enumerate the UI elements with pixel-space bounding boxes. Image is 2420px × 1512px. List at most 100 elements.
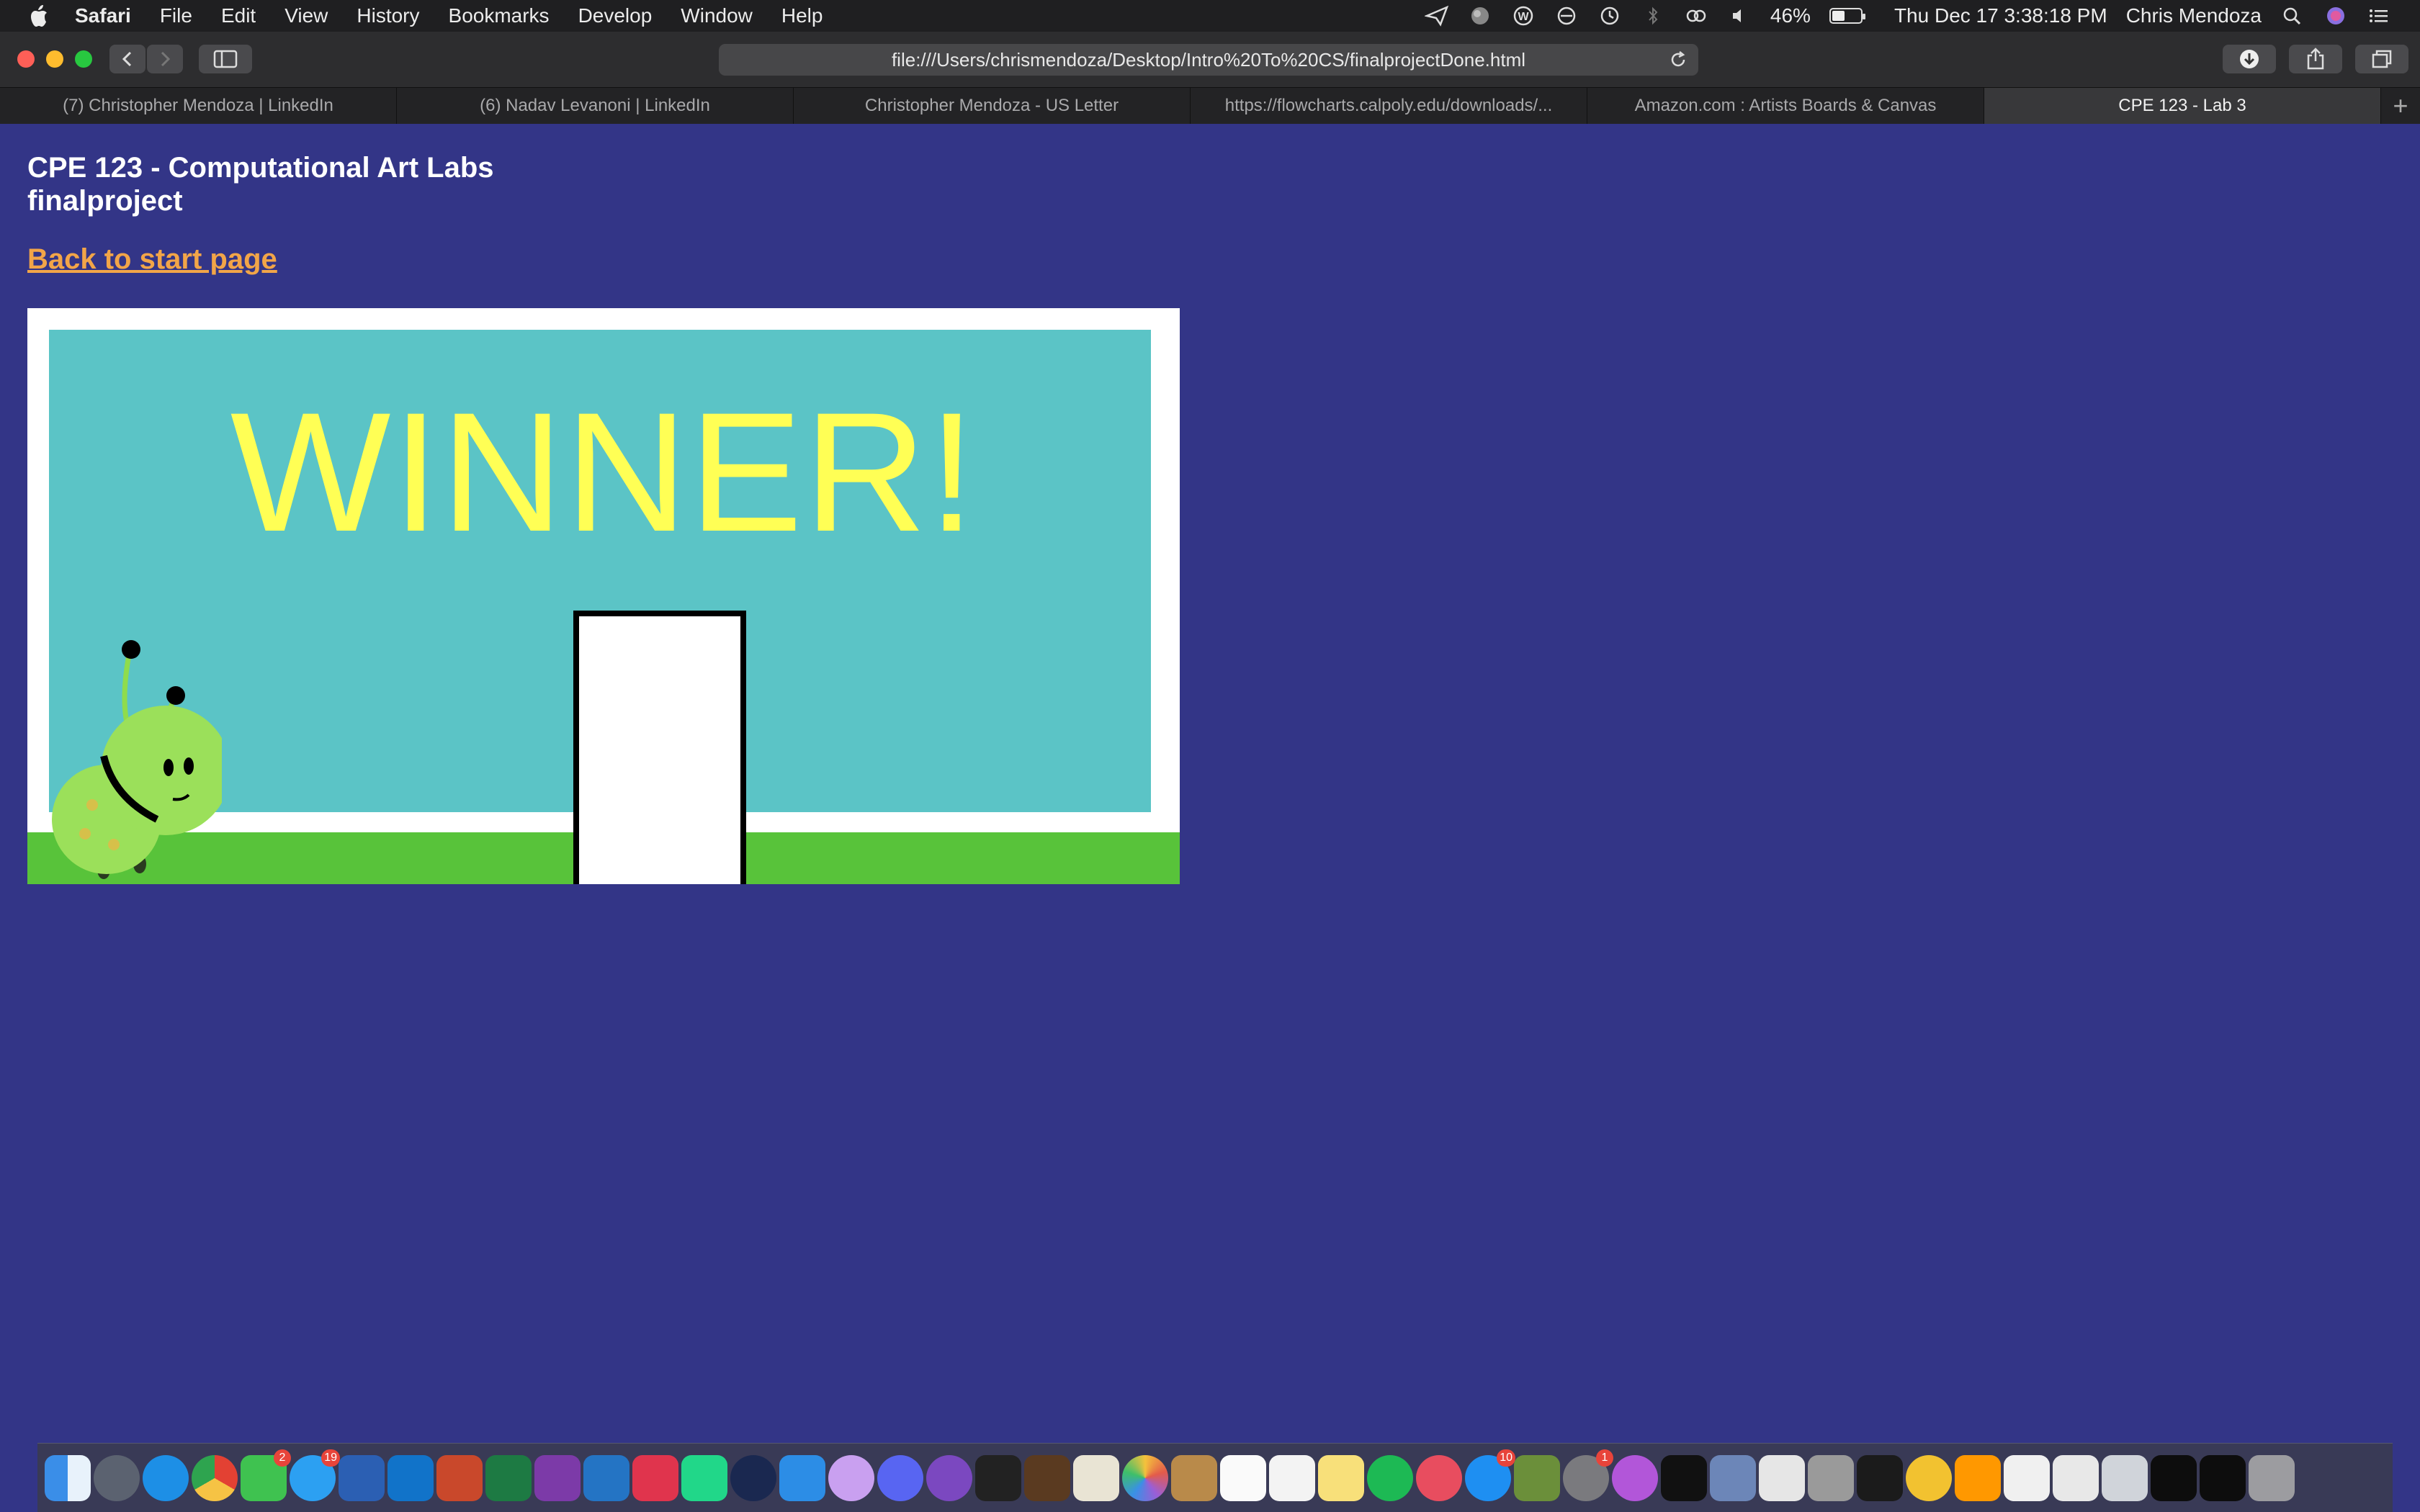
- window-fullscreen-button[interactable]: [75, 50, 92, 68]
- excel-icon[interactable]: [485, 1454, 532, 1501]
- maps-icon[interactable]: [1073, 1454, 1119, 1501]
- dock: 2 19 10 1: [37, 1443, 2393, 1512]
- outlook-icon[interactable]: [387, 1454, 434, 1501]
- downloads-button[interactable]: [2223, 45, 2276, 73]
- download-icon: [2240, 50, 2259, 68]
- screenshot-stack-icon[interactable]: [2102, 1454, 2148, 1501]
- intellij-icon[interactable]: [632, 1454, 678, 1501]
- creative-cloud-icon[interactable]: [1684, 5, 1708, 27]
- art-canvas[interactable]: WINNER!: [27, 308, 1180, 884]
- sidebar-toggle-button[interactable]: [199, 45, 252, 73]
- photos-icon[interactable]: [1122, 1454, 1168, 1501]
- menu-user[interactable]: Chris Mendoza: [2126, 4, 2262, 27]
- unity-hub-icon[interactable]: [2004, 1454, 2050, 1501]
- terminal-icon[interactable]: [1661, 1454, 1707, 1501]
- powerpoint-icon[interactable]: [436, 1454, 483, 1501]
- downloads-stack-icon[interactable]: [2053, 1454, 2099, 1501]
- discord-icon[interactable]: [877, 1454, 923, 1501]
- tab-us-letter[interactable]: Christopher Mendoza - US Letter: [794, 88, 1191, 124]
- door[interactable]: [573, 611, 746, 884]
- plus-icon: +: [2393, 91, 2408, 120]
- forward-button[interactable]: [147, 45, 183, 73]
- keychain-icon[interactable]: [1808, 1454, 1854, 1501]
- menu-app-name[interactable]: Safari: [75, 4, 131, 27]
- page-title-line1: CPE 123 - Computational Art Labs: [27, 152, 494, 184]
- do-not-disturb-icon[interactable]: [1554, 5, 1579, 27]
- menu-window[interactable]: Window: [681, 4, 753, 27]
- share-icon: [2307, 48, 2324, 70]
- bluetooth-icon[interactable]: [1641, 5, 1665, 27]
- app-store-icon[interactable]: 10: [1465, 1449, 1515, 1501]
- document-icon[interactable]: [1759, 1454, 1805, 1501]
- volume-icon[interactable]: [1727, 5, 1752, 27]
- spotify-icon[interactable]: [1367, 1454, 1413, 1501]
- menu-bookmarks[interactable]: Bookmarks: [449, 4, 550, 27]
- menu-edit[interactable]: Edit: [221, 4, 256, 27]
- new-tab-button[interactable]: +: [2381, 88, 2420, 124]
- tab-cpe123-lab3[interactable]: CPE 123 - Lab 3: [1984, 88, 2381, 124]
- tab-flowcharts[interactable]: https://flowcharts.calpoly.edu/downloads…: [1191, 88, 1587, 124]
- vscode-icon[interactable]: [583, 1454, 629, 1501]
- time-machine-icon[interactable]: [1597, 5, 1622, 27]
- launchpad-icon[interactable]: [94, 1454, 140, 1501]
- unity-icon[interactable]: [975, 1454, 1021, 1501]
- notes-icon[interactable]: [1318, 1454, 1364, 1501]
- news-icon[interactable]: [1416, 1454, 1462, 1501]
- feedback-assistant-icon[interactable]: [1612, 1454, 1658, 1501]
- menu-help[interactable]: Help: [781, 4, 823, 27]
- menu-file[interactable]: File: [160, 4, 192, 27]
- window-thumbnail-icon-2[interactable]: [2200, 1454, 2246, 1501]
- back-to-start-link[interactable]: Back to start page: [27, 243, 277, 276]
- graphics-app-icon[interactable]: [828, 1454, 874, 1501]
- winner-text: WINNER!: [230, 377, 977, 567]
- caterpillar-character: [52, 640, 222, 879]
- globe-icon[interactable]: [1468, 5, 1492, 27]
- facetime-icon[interactable]: 2: [241, 1449, 291, 1501]
- word-icon[interactable]: [339, 1454, 385, 1501]
- preview-icon[interactable]: [1710, 1454, 1756, 1501]
- github-desktop-icon[interactable]: [926, 1454, 972, 1501]
- minecraft-icon[interactable]: [1514, 1454, 1560, 1501]
- system-preferences-icon[interactable]: 1: [1563, 1449, 1613, 1501]
- tab-overview-button[interactable]: [2355, 45, 2408, 73]
- tab-linkedin-christopher[interactable]: (7) Christopher Mendoza | LinkedIn: [0, 88, 397, 124]
- cyberduck-icon[interactable]: [1906, 1454, 1952, 1501]
- share-button[interactable]: [2289, 45, 2342, 73]
- window-thumbnail-icon[interactable]: [2151, 1454, 2197, 1501]
- reminders-icon[interactable]: [1269, 1454, 1315, 1501]
- pycharm-icon[interactable]: [681, 1454, 727, 1501]
- battery-icon[interactable]: [1829, 8, 1865, 24]
- tab-linkedin-nadav[interactable]: (6) Nadav Levanoni | LinkedIn: [397, 88, 794, 124]
- window-minimize-button[interactable]: [46, 50, 63, 68]
- notebook-icon[interactable]: [1171, 1454, 1217, 1501]
- chrome-icon[interactable]: [192, 1454, 238, 1501]
- apple-icon[interactable]: [29, 4, 50, 28]
- send-icon[interactable]: [1424, 5, 1449, 27]
- sublime-text-icon[interactable]: [1955, 1454, 2001, 1501]
- address-bar[interactable]: file:///Users/chrismendoza/Desktop/Intro…: [719, 44, 1698, 76]
- messages-icon[interactable]: 19: [290, 1449, 340, 1501]
- notification-center-icon[interactable]: [2367, 5, 2391, 27]
- finder-icon[interactable]: [45, 1454, 91, 1501]
- chevron-left-icon: [122, 51, 132, 67]
- wordpress-icon[interactable]: W: [1511, 5, 1536, 27]
- messages-badge: 19: [321, 1449, 340, 1467]
- menu-datetime[interactable]: Thu Dec 17 3:38:18 PM: [1894, 4, 2107, 27]
- menu-history[interactable]: History: [357, 4, 419, 27]
- onenote-icon[interactable]: [534, 1454, 581, 1501]
- siri-icon[interactable]: [2323, 5, 2348, 27]
- activity-monitor-icon[interactable]: [1857, 1454, 1903, 1501]
- menu-view[interactable]: View: [284, 4, 328, 27]
- reload-icon[interactable]: [1668, 50, 1688, 70]
- spotlight-search-icon[interactable]: [2280, 5, 2305, 27]
- trash-icon[interactable]: [2249, 1454, 2295, 1501]
- back-button[interactable]: [109, 45, 145, 73]
- menu-develop[interactable]: Develop: [578, 4, 653, 27]
- window-close-button[interactable]: [17, 50, 35, 68]
- tab-amazon[interactable]: Amazon.com : Artists Boards & Canvas: [1587, 88, 1984, 124]
- eclipse-icon[interactable]: [730, 1454, 776, 1501]
- xcode-icon[interactable]: [779, 1454, 825, 1501]
- garageband-icon[interactable]: [1024, 1454, 1070, 1501]
- safari-icon[interactable]: [143, 1454, 189, 1501]
- calendar-icon[interactable]: [1220, 1454, 1266, 1501]
